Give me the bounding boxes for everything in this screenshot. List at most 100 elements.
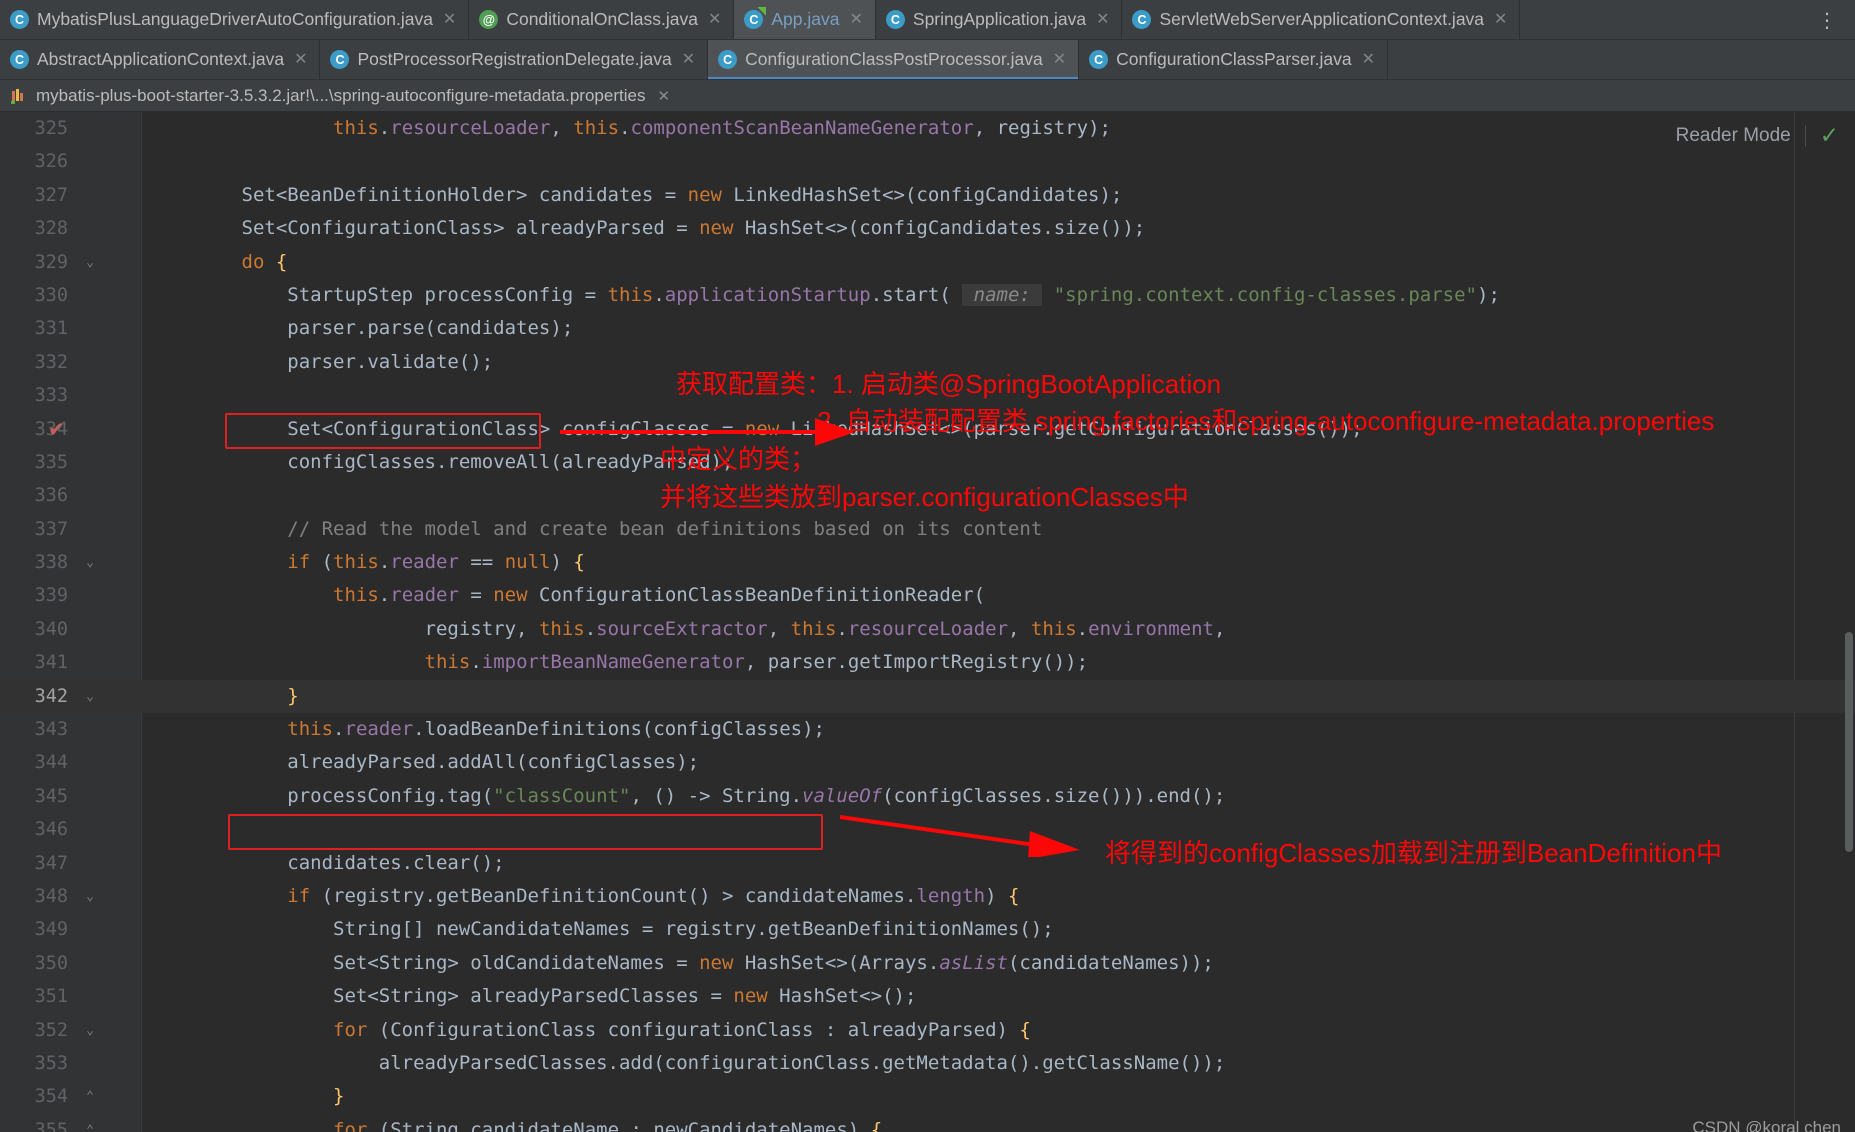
code-line[interactable]: 340 registry, this.sourceExtractor, this…	[0, 613, 1855, 646]
code-text: if (this.reader == null) {	[287, 551, 585, 574]
close-icon[interactable]: ✕	[1096, 11, 1109, 28]
code-text: for (ConfigurationClass configurationCla…	[333, 1018, 1031, 1041]
code-line[interactable]: 327 Set<BeanDefinitionHolder> candidates…	[0, 179, 1855, 212]
code-text: }	[333, 1085, 345, 1108]
code-text: StartupStep processConfig = this.applica…	[150, 283, 1500, 306]
code-line[interactable]: 339 this.reader = new ConfigurationClass…	[0, 579, 1855, 612]
code-line[interactable]: 331 parser.parse(candidates);	[0, 312, 1855, 345]
tab-label: PostProcessorRegistrationDelegate.java	[357, 49, 672, 69]
tab-conditional-on-class[interactable]: @ ConditionalOnClass.java ✕	[469, 0, 735, 39]
code-text: this.resourceLoader, this.componentScanB…	[333, 116, 1111, 139]
close-icon[interactable]: ✕	[1053, 51, 1066, 68]
annotation-line-1: 获取配置类：1. 启动类@SpringBootApplication	[676, 369, 1222, 399]
code-text: this.importBeanNameGenerator, parser.get…	[424, 651, 1089, 674]
code-fold-toggle-icon[interactable]: ⌄	[82, 680, 98, 713]
tab-label: SpringApplication.java	[912, 9, 1087, 29]
code-line[interactable]: 350 Set<String> oldCandidateNames = new …	[0, 947, 1855, 980]
code-line[interactable]: 349 String[] newCandidateNames = registr…	[0, 913, 1855, 946]
line-number: 355	[34, 1119, 68, 1132]
code-text: Set<String> alreadyParsedClasses = new H…	[150, 985, 917, 1008]
breakpoint-marker-icon[interactable]: ✔	[48, 417, 65, 441]
line-number: 331	[34, 318, 68, 340]
code-text: registry, this.sourceExtractor, this.res…	[150, 617, 1226, 640]
line-number: 327	[34, 184, 68, 206]
line-number: 352	[34, 1019, 68, 1041]
code-line[interactable]: 330 StartupStep processConfig = this.app…	[0, 279, 1855, 312]
code-text: Set<BeanDefinitionHolder> candidates = n…	[150, 183, 1123, 206]
code-line[interactable]: 354 ⌃ }	[0, 1080, 1855, 1113]
code-text: parser.parse(candidates);	[150, 317, 574, 340]
code-line[interactable]: 348 ⌄ if (registry.getBeanDefinitionCount…	[0, 880, 1855, 913]
code-line[interactable]: 337 // Read the model and create bean de…	[0, 513, 1855, 546]
code-line[interactable]: 345 processConfig.tag("classCount", () -…	[0, 780, 1855, 813]
code-line[interactable]: 353 alreadyParsedClasses.add(configurati…	[0, 1047, 1855, 1080]
tab-configuration-class-post-processor[interactable]: C ConfigurationClassPostProcessor.java ✕	[708, 40, 1080, 79]
code-lines-container[interactable]: 325 this.resourceLoader, this.componentS…	[0, 112, 1855, 1132]
close-icon[interactable]: ✕	[708, 11, 721, 28]
line-number: 350	[34, 952, 68, 974]
code-line[interactable]: 328 Set<ConfigurationClass> alreadyParse…	[0, 212, 1855, 245]
code-line[interactable]: 342 ⌄ }	[0, 679, 1855, 714]
editor-tab-row-2: C AbstractApplicationContext.java ✕ C Po…	[0, 40, 1855, 80]
line-number: 354	[34, 1086, 68, 1108]
breadcrumb[interactable]: mybatis-plus-boot-starter-3.5.3.2.jar!\.…	[0, 80, 1855, 112]
editor-vertical-scrollbar[interactable]	[1845, 632, 1853, 852]
line-number: 344	[34, 752, 68, 774]
close-icon[interactable]: ✕	[294, 51, 307, 68]
code-fold-toggle-icon[interactable]: ⌃	[82, 1080, 98, 1113]
tab-post-processor-registration-delegate[interactable]: C PostProcessorRegistrationDelegate.java…	[320, 40, 709, 79]
code-fold-toggle-icon[interactable]: ⌄	[82, 546, 98, 579]
line-number: 346	[34, 819, 68, 841]
code-text: candidates.clear();	[150, 851, 505, 874]
close-icon[interactable]: ✕	[682, 51, 695, 68]
code-line[interactable]: 326	[0, 145, 1855, 178]
line-number: 330	[34, 284, 68, 306]
code-line[interactable]: 355 ⌃ for (String candidateName : newCand…	[0, 1114, 1855, 1132]
code-text: configClasses.removeAll(alreadyParsed);	[150, 450, 734, 473]
code-editor[interactable]: Reader Mode ✓ 325 this.resourceLoader, t…	[0, 112, 1855, 1132]
code-text: Set<ConfigurationClass> alreadyParsed = …	[150, 217, 1146, 240]
code-text: // Read the model and create bean defini…	[287, 517, 1043, 540]
line-number: 328	[34, 218, 68, 240]
close-icon[interactable]: ✕	[1362, 51, 1375, 68]
java-annotation-icon: @	[479, 10, 499, 29]
annotation-line-4: 并将这些类放到parser.configurationClasses中	[660, 482, 1189, 512]
code-line[interactable]: 341 this.importBeanNameGenerator, parser…	[0, 646, 1855, 679]
line-number: 338	[34, 552, 68, 574]
close-icon[interactable]: ✕	[443, 11, 456, 28]
tab-servlet-web-server-application-context[interactable]: C ServletWebServerApplicationContext.jav…	[1122, 0, 1521, 39]
code-line[interactable]: 351 Set<String> alreadyParsedClasses = n…	[0, 980, 1855, 1013]
properties-file-icon	[10, 87, 28, 105]
tab-app[interactable]: C App.java ✕	[734, 0, 876, 39]
code-text: String[] newCandidateNames = registry.ge…	[150, 918, 1054, 941]
line-number: 325	[34, 117, 68, 139]
code-text: alreadyParsedClasses.add(configurationCl…	[150, 1051, 1226, 1074]
code-line[interactable]: 325 this.resourceLoader, this.componentS…	[0, 112, 1855, 145]
tab-configuration-class-parser[interactable]: C ConfigurationClassParser.java ✕	[1079, 40, 1388, 79]
java-class-icon: C	[10, 50, 29, 69]
code-line[interactable]: 344 alreadyParsed.addAll(configClasses);	[0, 746, 1855, 779]
java-class-icon: C	[10, 10, 29, 29]
code-line[interactable]: 338 ⌄ if (this.reader == null) {	[0, 546, 1855, 579]
code-line[interactable]: 335 configClasses.removeAll(alreadyParse…	[0, 446, 1855, 479]
ide-window: C MybatisPlusLanguageDriverAutoConfigura…	[0, 0, 1855, 1132]
tab-overflow-menu-icon[interactable]: ⋮	[1807, 0, 1847, 40]
tab-spring-application[interactable]: C SpringApplication.java ✕	[876, 0, 1123, 39]
code-line[interactable]: 343 this.reader.loadBeanDefinitions(conf…	[0, 713, 1855, 746]
close-icon[interactable]: ✕	[1494, 11, 1507, 28]
code-fold-toggle-icon[interactable]: ⌄	[82, 880, 98, 913]
close-icon[interactable]: ✕	[849, 11, 862, 28]
watermark: CSDN @koral chen	[1692, 1118, 1841, 1132]
code-text: do {	[241, 250, 288, 273]
code-fold-toggle-icon[interactable]: ⌄	[82, 1014, 98, 1047]
line-number: 336	[34, 485, 68, 507]
close-icon[interactable]: ✕	[657, 87, 670, 105]
code-fold-toggle-icon[interactable]: ⌄	[82, 246, 98, 279]
code-line[interactable]: 352 ⌄ for (ConfigurationClass configurati…	[0, 1014, 1855, 1047]
line-number: 333	[34, 385, 68, 407]
line-number: 347	[34, 852, 68, 874]
code-line[interactable]: 329 ⌄ do {	[0, 246, 1855, 279]
tab-abstract-application-context[interactable]: C AbstractApplicationContext.java ✕	[0, 40, 321, 79]
tab-mybatisplus-language-driver-autoconfiguration[interactable]: C MybatisPlusLanguageDriverAutoConfigura…	[0, 0, 470, 39]
code-fold-toggle-icon[interactable]: ⌃	[82, 1114, 98, 1132]
